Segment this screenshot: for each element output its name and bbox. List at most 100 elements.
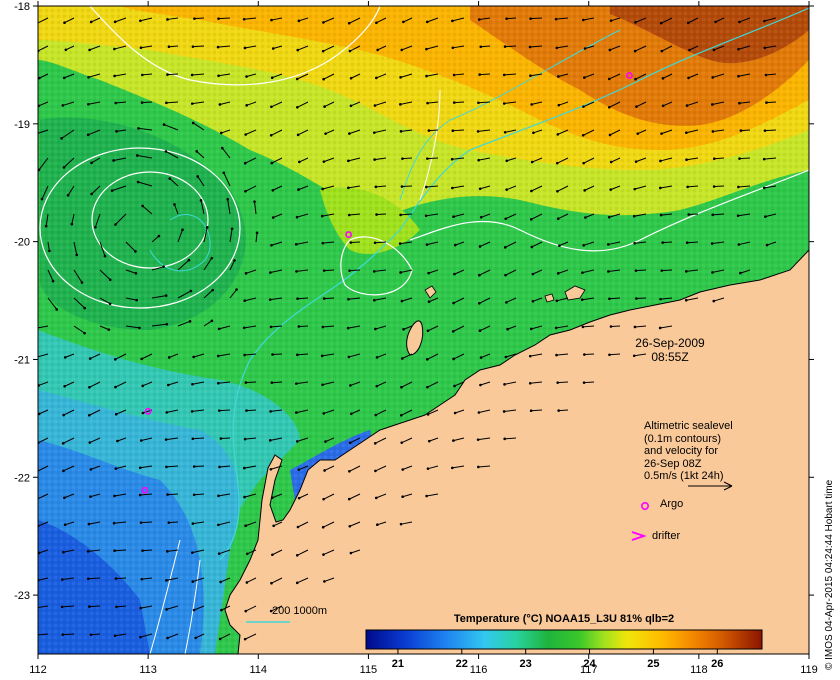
velocity-arrow-head [141, 549, 144, 552]
lon-tick-label: 112 [29, 664, 47, 676]
velocity-arrow-head [166, 383, 170, 387]
velocity-arrow-head [582, 244, 585, 247]
velocity-arrow-head [427, 129, 431, 132]
velocity-arrow-head [530, 160, 534, 164]
velocity-arrow [557, 381, 569, 384]
velocity-arrow-head [162, 265, 165, 268]
velocity-arrow-head [270, 18, 273, 22]
velocity-arrow-head [297, 468, 301, 471]
velocity-arrow-head [762, 157, 766, 161]
timestamp: 26-Sep-2009 08:55Z [620, 336, 720, 364]
velocity-arrow-head [427, 300, 431, 304]
velocity-arrow-head [451, 466, 454, 470]
velocity-arrow-head [581, 271, 584, 274]
velocity-arrow-head [192, 608, 196, 612]
velocity-arrow-head [532, 131, 535, 135]
velocity-arrow [62, 633, 75, 636]
velocity-arrow [349, 269, 361, 272]
velocity-arrow [661, 269, 673, 272]
velocity-arrow-head [297, 19, 301, 23]
velocity-arrow-head [217, 17, 220, 20]
velocity-arrow-head [89, 495, 92, 498]
velocity-arrow [220, 437, 231, 440]
velocity-arrow-head [134, 250, 137, 253]
velocity-arrow-head [584, 216, 587, 219]
velocity-arrow-head [427, 439, 431, 443]
velocity-arrow-head [554, 17, 558, 21]
velocity-arrow-head [220, 608, 223, 612]
plot-area [38, 6, 809, 654]
velocity-arrow-head [243, 353, 246, 357]
velocity-arrow-head [191, 382, 194, 386]
velocity-arrow-head [451, 186, 454, 190]
velocity-arrow-head [323, 580, 326, 583]
velocity-arrow-head [51, 279, 55, 283]
velocity-arrow-head [230, 227, 234, 231]
velocity-arrow-head [138, 466, 142, 470]
altimetry-legend: Altimetric sealevel (0.1m contours) and … [644, 420, 733, 483]
velocity-arrow-head [217, 523, 220, 527]
velocity-arrow-head [402, 20, 405, 24]
velocity-arrow [245, 381, 257, 384]
velocity-arrow-head [400, 441, 404, 444]
velocity-arrow-head [243, 161, 247, 165]
velocity-arrow-head [659, 213, 663, 217]
velocity-arrow-head [710, 242, 714, 245]
velocity-arrow-head [140, 101, 144, 104]
lat-tick-label: -19 [14, 119, 30, 131]
lon-tick-label: 113 [139, 664, 157, 676]
velocity-arrow-head [711, 271, 714, 274]
velocity-arrow [531, 409, 543, 412]
velocity-arrow-head [322, 21, 325, 24]
colorbar-tick-label: 23 [520, 658, 532, 670]
velocity-arrow-head [503, 45, 507, 48]
velocity-arrow-head [218, 465, 221, 469]
velocity-arrow-head [164, 150, 168, 153]
velocity-arrow [766, 101, 777, 104]
velocity-arrow-head [453, 272, 456, 276]
velocity-arrow-head [348, 132, 351, 135]
velocity-arrow-head [555, 299, 559, 303]
velocity-arrow-head [139, 635, 142, 639]
velocity-arrow [192, 45, 205, 48]
velocity-arrow-head [245, 409, 248, 412]
velocity-arrow-head [245, 75, 248, 78]
velocity-arrow-head [505, 301, 508, 304]
velocity-arrow-head [608, 353, 611, 357]
velocity-arrow [142, 549, 153, 552]
velocity-arrow-head [478, 187, 482, 191]
velocity-arrow-head [242, 326, 246, 330]
velocity-arrow-head [425, 47, 428, 51]
velocity-arrow-head [635, 105, 638, 108]
velocity-arrow-head [349, 384, 352, 387]
velocity-arrow [167, 73, 179, 76]
velocity-arrow-head [141, 204, 144, 208]
velocity-arrow-head [349, 104, 353, 108]
velocity-arrow [740, 129, 751, 132]
velocity-arrow-head [582, 18, 585, 22]
velocity-arrow-head [166, 550, 169, 553]
velocity-arrow-head [478, 273, 481, 277]
velocity-arrow-head [268, 298, 272, 301]
velocity-arrow-head [401, 157, 404, 160]
velocity-arrow-head [375, 356, 379, 359]
velocity-arrow-head [66, 193, 70, 197]
velocity-arrow-head [88, 357, 92, 360]
velocity-arrow [764, 129, 777, 132]
velocity-arrow-head [165, 608, 168, 611]
velocity-arrow-head [505, 159, 509, 163]
velocity-arrow-head [296, 297, 299, 301]
velocity-arrow-head [375, 213, 378, 216]
velocity-arrow-head [347, 186, 350, 190]
velocity-arrow-head [70, 222, 74, 226]
velocity-arrow-head [44, 224, 48, 228]
velocity-arrow-head [350, 412, 353, 416]
velocity-arrow-head [687, 76, 690, 80]
velocity-arrow-head [296, 133, 300, 137]
lon-tick-label: 115 [360, 664, 378, 676]
velocity-arrow-head [714, 20, 717, 24]
velocity-arrow-head [192, 493, 196, 497]
velocity-arrow-head [398, 242, 402, 245]
velocity-arrow-head [529, 218, 533, 221]
velocity-arrow [662, 241, 673, 244]
